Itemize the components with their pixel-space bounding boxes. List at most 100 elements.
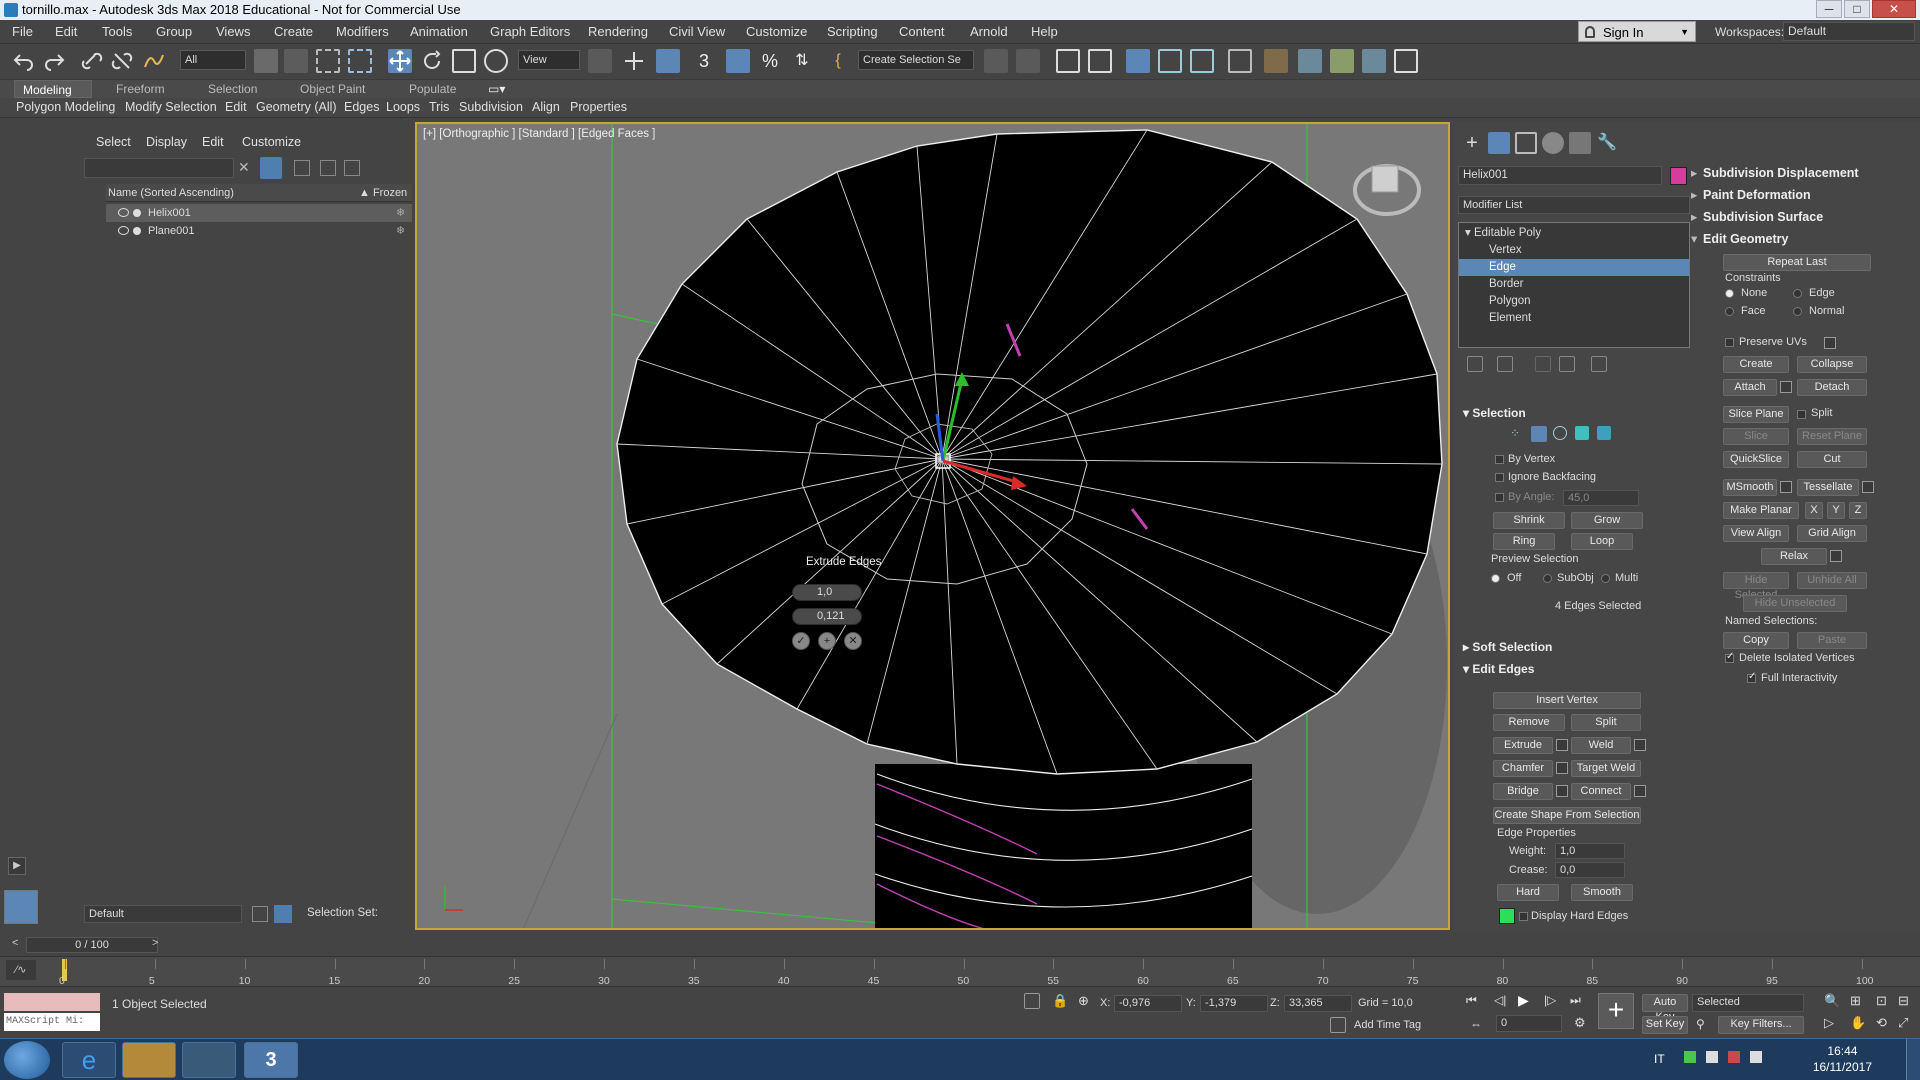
shrink-button[interactable]: Shrink bbox=[1493, 512, 1565, 529]
rotate-icon[interactable] bbox=[420, 49, 444, 73]
view-align-button[interactable]: View Align bbox=[1723, 525, 1789, 542]
mirror-icon[interactable] bbox=[984, 49, 1008, 73]
3dsmax-taskbar-icon[interactable]: 3 bbox=[244, 1042, 298, 1078]
split-checkbox[interactable] bbox=[1797, 410, 1806, 419]
smooth-button[interactable]: Smooth bbox=[1571, 884, 1633, 901]
make-planar-button[interactable]: Make Planar bbox=[1723, 502, 1799, 519]
stack-edge[interactable]: Edge bbox=[1459, 259, 1689, 276]
cut-button[interactable]: Cut bbox=[1797, 451, 1867, 468]
bridge-settings-icon[interactable] bbox=[1556, 785, 1568, 797]
extrude-settings-icon[interactable] bbox=[1556, 739, 1568, 751]
preview-off-radio[interactable] bbox=[1491, 574, 1500, 583]
tab-freeform[interactable]: Freeform bbox=[116, 80, 165, 98]
viewport-orthographic[interactable]: [+] [Orthographic ] [Standard ] [Edged F… bbox=[415, 122, 1450, 930]
motion-panel-icon[interactable] bbox=[1542, 132, 1564, 154]
modifier-list-select[interactable]: Modifier List bbox=[1458, 196, 1690, 214]
connect-button[interactable]: Connect bbox=[1571, 783, 1631, 800]
minimize-button[interactable]: ─ bbox=[1816, 0, 1842, 18]
menu-views[interactable]: Views bbox=[216, 24, 250, 39]
curve-editor-mini-icon[interactable]: ⁄∿ bbox=[6, 960, 36, 980]
tab-populate[interactable]: Populate bbox=[409, 80, 456, 98]
render-production-icon[interactable] bbox=[1330, 49, 1354, 73]
auto-key-button[interactable]: Auto Key bbox=[1642, 994, 1688, 1023]
loop-button[interactable]: Loop bbox=[1571, 533, 1633, 550]
planar-z-button[interactable]: Z bbox=[1849, 502, 1867, 519]
next-frame-icon[interactable]: |▷ bbox=[1544, 993, 1556, 1007]
key-selection-select[interactable]: Selected bbox=[1692, 994, 1804, 1012]
collapse-button[interactable]: Collapse bbox=[1797, 356, 1867, 373]
select-by-name-icon[interactable] bbox=[284, 49, 308, 73]
menu-graph-editors[interactable]: Graph Editors bbox=[490, 24, 570, 39]
renderable-icon[interactable] bbox=[133, 209, 141, 217]
key-mode-icon[interactable]: ⚲ bbox=[1696, 1017, 1705, 1031]
quickslice-button[interactable]: QuickSlice bbox=[1723, 451, 1789, 468]
vertex-mode-icon[interactable]: ⁘ bbox=[1510, 426, 1524, 440]
preview-subobj-radio[interactable] bbox=[1543, 574, 1552, 583]
pan-view-icon[interactable]: ✋ bbox=[1850, 1015, 1866, 1031]
internet-explorer-icon[interactable]: e bbox=[62, 1042, 116, 1078]
slice-plane-button[interactable]: Slice Plane bbox=[1723, 406, 1789, 423]
visibility-eye-icon[interactable] bbox=[118, 226, 129, 235]
add-time-tag-label[interactable]: Add Time Tag bbox=[1354, 1019, 1421, 1031]
window-crossing-icon[interactable] bbox=[348, 49, 372, 73]
relax-button[interactable]: Relax bbox=[1761, 548, 1827, 565]
show-end-result-icon[interactable] bbox=[1497, 356, 1513, 372]
hide-selected-button[interactable]: Hide Selected bbox=[1723, 572, 1789, 601]
tray-volume-icon[interactable] bbox=[1728, 1051, 1740, 1063]
rollout-subdivision-surface[interactable]: ▸ Subdivision Surface bbox=[1691, 208, 1823, 226]
stack-polygon[interactable]: Polygon bbox=[1459, 293, 1689, 310]
show-desktop-button[interactable] bbox=[1906, 1039, 1920, 1080]
system-clock[interactable]: 16:44 16/11/2017 bbox=[1813, 1043, 1872, 1075]
isolate-selection-icon[interactable] bbox=[1024, 993, 1040, 1009]
by-vertex-checkbox[interactable] bbox=[1495, 455, 1504, 464]
copy-button[interactable]: Copy bbox=[1723, 632, 1789, 649]
time-slider-thumb[interactable]: 0 / 100 bbox=[26, 937, 158, 953]
render-iterative-icon[interactable] bbox=[1362, 49, 1386, 73]
make-unique-icon[interactable] bbox=[1535, 356, 1551, 372]
ring-button[interactable]: Ring bbox=[1493, 533, 1555, 550]
menu-animation[interactable]: Animation bbox=[410, 24, 468, 39]
stack-element[interactable]: Element bbox=[1459, 310, 1689, 327]
constraint-edge-radio[interactable] bbox=[1793, 289, 1802, 298]
menu-arnold[interactable]: Arnold bbox=[970, 24, 1008, 39]
planar-x-button[interactable]: X bbox=[1805, 502, 1823, 519]
rollout-edit-edges[interactable]: ▾ Edit Edges bbox=[1463, 660, 1534, 678]
unlink-icon[interactable] bbox=[110, 49, 134, 73]
file-explorer-icon[interactable] bbox=[122, 1042, 176, 1078]
caddy-apply-icon[interactable]: + bbox=[818, 632, 836, 650]
rollout-paint-deformation[interactable]: ▸ Paint Deformation bbox=[1691, 186, 1811, 204]
rollout-subdivision-displacement[interactable]: ▸ Subdivision Displacement bbox=[1691, 164, 1859, 182]
go-to-start-icon[interactable]: ⏮ bbox=[1466, 993, 1477, 1008]
hard-edge-color-swatch[interactable] bbox=[1499, 908, 1515, 924]
extrude-height-field[interactable]: 1,0 bbox=[792, 584, 862, 601]
by-angle-checkbox[interactable] bbox=[1495, 493, 1504, 502]
ribbon-options-icon[interactable]: ▭▾ bbox=[488, 80, 505, 98]
zoom-extents-icon[interactable]: ⊡ bbox=[1876, 993, 1887, 1009]
hierarchy-icon[interactable] bbox=[320, 160, 336, 176]
add-time-tag-icon[interactable] bbox=[1330, 1017, 1346, 1033]
layer-select[interactable]: Default bbox=[84, 905, 242, 923]
remove-modifier-icon[interactable] bbox=[1559, 356, 1575, 372]
create-shape-button[interactable]: Create Shape From Selection bbox=[1493, 807, 1641, 824]
panel-tris[interactable]: Tris bbox=[429, 100, 449, 114]
reference-coordinate-select[interactable]: View bbox=[518, 50, 580, 70]
workspaces-select[interactable]: Default bbox=[1783, 22, 1915, 41]
scale-icon[interactable] bbox=[452, 49, 476, 73]
tray-network-icon[interactable] bbox=[1706, 1051, 1718, 1063]
field-of-view-icon[interactable]: ▷ bbox=[1824, 1015, 1834, 1031]
stack-border[interactable]: Border bbox=[1459, 276, 1689, 293]
go-to-end-icon[interactable]: ⏭ bbox=[1570, 993, 1581, 1008]
zoom-icon[interactable]: 🔍 bbox=[1824, 993, 1840, 1009]
expand-arrow-icon[interactable]: ▶ bbox=[8, 857, 26, 875]
track-bar[interactable]: ⁄∿ 0 5 10 15 20 25 30 35 40 45 50 55 60 65 70 75 80 85 90 9… bbox=[0, 956, 1920, 987]
display-hard-edges-checkbox[interactable] bbox=[1519, 912, 1528, 921]
render-in-cloud-icon[interactable] bbox=[1394, 49, 1418, 73]
viewport-canvas[interactable] bbox=[417, 124, 1450, 930]
constraint-normal-radio[interactable] bbox=[1793, 307, 1802, 316]
crease-spinner[interactable]: 0,0 bbox=[1555, 862, 1625, 878]
preserve-uvs-checkbox[interactable] bbox=[1725, 338, 1734, 347]
scene-filter-button[interactable] bbox=[260, 157, 282, 179]
media-player-icon[interactable] bbox=[182, 1042, 236, 1078]
menu-scripting[interactable]: Scripting bbox=[827, 24, 878, 39]
display-panel-icon[interactable] bbox=[1569, 132, 1591, 154]
